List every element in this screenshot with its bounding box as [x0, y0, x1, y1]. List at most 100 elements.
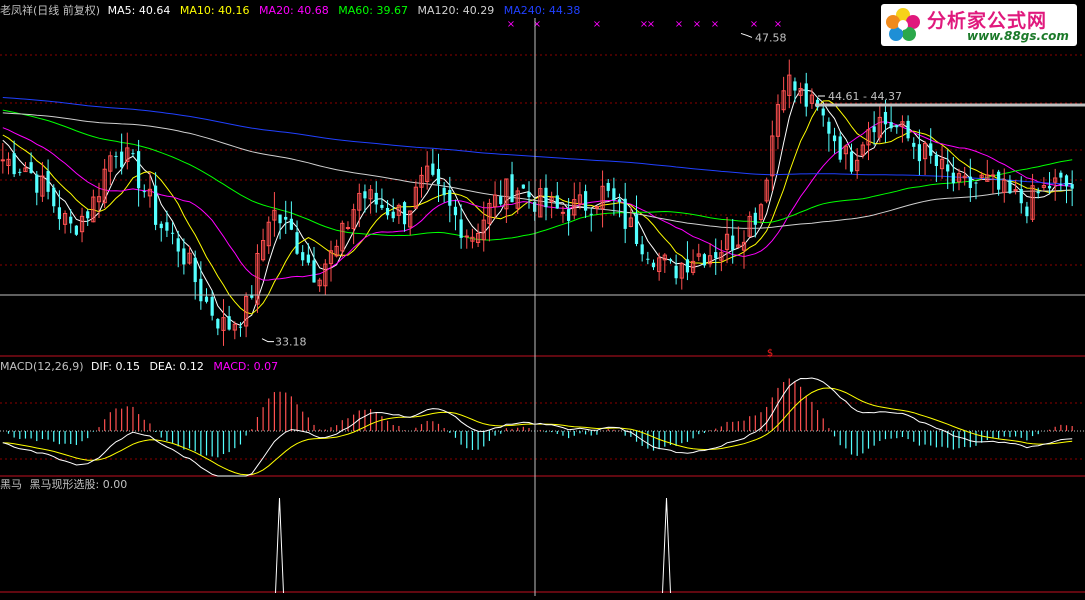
candle-body-down — [142, 191, 146, 193]
candle-body-down — [1025, 206, 1029, 217]
signal-spike — [275, 497, 284, 594]
candle-body-down — [153, 185, 158, 225]
dif-line — [2, 377, 1073, 477]
flower-logo-icon — [886, 8, 920, 41]
candle-body-down — [170, 232, 175, 234]
candle-body-down — [301, 252, 305, 261]
candle-body-down — [176, 238, 180, 252]
ma5-readout: MA5: 40.64 — [107, 4, 171, 17]
candle-body-down — [35, 174, 39, 193]
candle-body-down — [567, 209, 571, 221]
candle-body-down — [227, 316, 231, 330]
candle-body-down — [289, 218, 293, 230]
candle-body-down — [295, 232, 299, 254]
candle-body-down — [753, 212, 757, 225]
candle-body-down — [668, 259, 673, 261]
signal-spike — [662, 497, 671, 594]
candle-body-down — [1070, 184, 1074, 189]
grid-lines — [0, 54, 1085, 593]
signal-header: 黑马 黑马现形选股: 0.00 — [0, 478, 133, 492]
signal-star-marker: × — [533, 19, 541, 30]
candle-body-up — [990, 174, 996, 177]
high-pointer — [740, 32, 753, 38]
candle-body-down — [74, 225, 78, 235]
candle-body-down — [521, 184, 525, 189]
candle-body-down — [363, 191, 367, 199]
dif-readout: DIF: 0.15 — [91, 360, 140, 373]
candle-body-down — [838, 136, 842, 160]
ma240-readout: MA240: 44.38 — [503, 4, 581, 17]
signal-star-marker: × — [774, 19, 782, 30]
signal-star-marker: × — [675, 19, 683, 30]
candle-body-down — [131, 153, 135, 155]
signal-star-marker: × — [693, 19, 701, 30]
ma10-readout: MA10: 40.16 — [179, 4, 250, 17]
candle-body-down — [968, 176, 972, 188]
candle-body-down — [204, 296, 209, 302]
ma120-line — [2, 112, 1073, 229]
candle-body-down — [431, 163, 435, 175]
candle-body-up — [464, 235, 469, 238]
candle-body-down — [917, 144, 922, 162]
candle-body-down — [714, 252, 718, 259]
candle-body-down — [640, 244, 644, 255]
candle-body-down — [1064, 175, 1069, 187]
candle-body-down — [606, 182, 610, 191]
candle-body-down — [623, 198, 627, 229]
chart-canvas[interactable]: 47.5833.1844.61 - 44.37× × × ×× × × × × ×$ — [0, 0, 1085, 596]
candle-body-down — [895, 125, 899, 128]
candle-body-down — [69, 216, 73, 224]
candle-body-down — [182, 248, 186, 265]
candle-body-down — [12, 153, 16, 175]
candle-body-down — [651, 262, 656, 268]
dollar-marker: $ — [767, 348, 773, 359]
ma240-line — [2, 97, 1073, 185]
candle-body-down — [702, 254, 707, 266]
candle-body-down — [685, 259, 690, 273]
price-header: 老凤祥(日线 前复权) MA5: 40.64 MA10: 40.16 MA20:… — [0, 4, 586, 18]
candle-body-down — [804, 83, 808, 107]
candle-body-down — [216, 318, 220, 329]
candle-body-down — [1008, 180, 1012, 194]
candle-body-down — [442, 187, 446, 196]
chart-stage[interactable]: 47.58 33.18 44.61 - 44.37 × × × × × × × × × × $ 老凤祥(日… — [0, 0, 1085, 596]
candle-body-up — [345, 226, 351, 229]
candle-body-down — [159, 223, 163, 229]
candle-body-down — [57, 207, 62, 220]
candle-body-down — [974, 182, 978, 184]
candle-body-down — [306, 254, 310, 263]
stock-title: 老凤祥(日线 前复权) — [0, 4, 101, 17]
signal-readout: 黑马现形选股: 0.00 — [29, 478, 128, 491]
candle-body-down — [29, 162, 33, 174]
candle-body-down — [210, 296, 214, 316]
candle-body-down — [284, 216, 288, 220]
candle-body-down — [906, 120, 910, 139]
ma20-readout: MA20: 40.68 — [259, 4, 329, 17]
signal-indicator — [275, 497, 671, 594]
high-price-label: 47.58 — [755, 31, 787, 44]
candle-body-down — [46, 170, 50, 192]
candle-body-down — [832, 135, 837, 142]
low-pointer — [261, 338, 274, 343]
dea-readout: DEA: 0.12 — [149, 360, 204, 373]
candle-body-down — [872, 126, 876, 133]
candle-body-down — [120, 151, 124, 168]
candle-body-down — [849, 151, 854, 172]
macd-readout: MACD: 0.07 — [213, 360, 279, 373]
candle-body-down — [527, 191, 531, 198]
candle-body-down — [499, 196, 503, 205]
candle-body-down — [459, 219, 463, 238]
low-price-label: 33.18 — [275, 336, 307, 349]
candle-body-down — [1036, 191, 1040, 194]
macd-header: MACD(12,26,9) DIF: 0.15 DEA: 0.12 MACD: … — [0, 360, 284, 374]
signal-star-marker: × — [711, 19, 719, 30]
site-logo[interactable]: 分析家公式网 www.88gs.com — [881, 4, 1077, 46]
price-markers: 47.5833.1844.61 - 44.37× × × ×× × × × × ×$ — [261, 19, 1085, 359]
candle-body-down — [374, 192, 378, 205]
candle-body-down — [827, 121, 831, 134]
signal-star-marker: × — [647, 19, 655, 30]
candle-body-down — [238, 326, 243, 328]
candle-body-down — [1047, 185, 1052, 189]
candle-body-down — [997, 171, 1001, 190]
ma60-readout: MA60: 39.67 — [338, 4, 408, 17]
